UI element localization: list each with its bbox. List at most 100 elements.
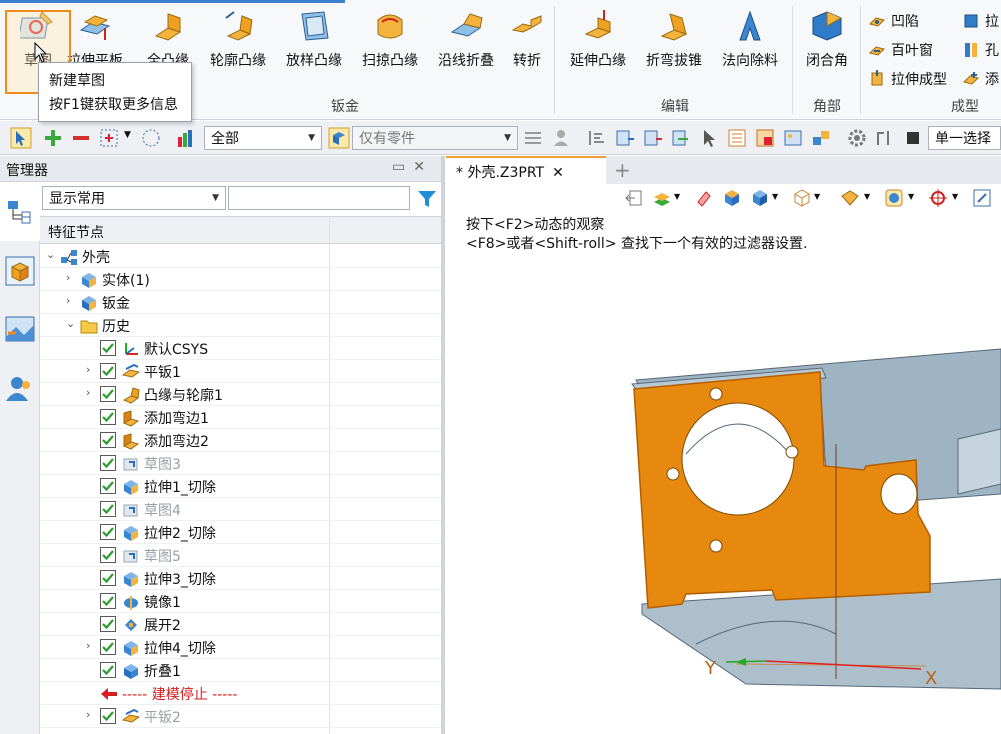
tree-node[interactable]: 折叠1 [40, 659, 441, 682]
add-green-icon[interactable] [42, 127, 64, 149]
tree-view-icon[interactable] [4, 195, 36, 227]
funnel-filter-icon[interactable] [416, 188, 438, 210]
visibility-checkbox[interactable] [100, 616, 116, 632]
tree-search-input[interactable] [228, 186, 410, 210]
tree-node[interactable]: 草图3 [40, 452, 441, 475]
restore-icon[interactable]: ▭ [392, 159, 413, 175]
history-back-icon[interactable] [642, 127, 664, 149]
visibility-checkbox[interactable] [100, 386, 116, 402]
person-filter-icon[interactable] [550, 127, 572, 149]
bend-draft-button[interactable]: 折弯拔锥 [642, 6, 706, 90]
line-fold-button[interactable]: 沿线折叠 [434, 6, 498, 90]
align-icon[interactable] [586, 127, 608, 149]
document-tab[interactable]: * 外壳.Z3PRT ✕ [446, 156, 606, 184]
box-select-icon[interactable] [98, 127, 120, 149]
pointer-icon[interactable] [698, 127, 720, 149]
tree-node[interactable]: 草图4 [40, 498, 441, 521]
visibility-checkbox[interactable] [100, 639, 116, 655]
tree-node[interactable]: 镜像1 [40, 590, 441, 613]
visibility-checkbox[interactable] [100, 432, 116, 448]
chevron-right-icon[interactable]: › [66, 271, 78, 284]
panel-splitter[interactable] [441, 156, 445, 734]
gear-icon[interactable] [846, 127, 868, 149]
chevron-right-icon[interactable]: › [86, 386, 98, 399]
louver-button[interactable]: 百叶窗 [868, 39, 933, 61]
sweep-flange-button[interactable]: 扫掠凸缘 [358, 6, 422, 90]
tree-node[interactable]: › 钣金 [40, 291, 441, 314]
3d-viewport[interactable]: ▼ ▼ ▼ ▼ ▼ ▼ 按下<F2>动态的观察 <F8>或者<Shift-rol… [446, 184, 1001, 734]
tree-node[interactable]: ⌄ 历史 [40, 314, 441, 337]
chevron-right-icon[interactable]: › [86, 639, 98, 652]
tree-node[interactable]: 拉伸1_切除 [40, 475, 441, 498]
visibility-checkbox[interactable] [100, 662, 116, 678]
chevron-down-icon: ▼ [212, 193, 219, 203]
chevron-right-icon[interactable]: › [66, 294, 78, 307]
visibility-checkbox[interactable] [100, 409, 116, 425]
box-select-dropdown-icon[interactable]: ▼ [124, 130, 131, 140]
chevron-right-icon[interactable]: › [86, 708, 98, 721]
stop-icon[interactable] [902, 127, 924, 149]
visibility-checkbox[interactable] [100, 501, 116, 517]
tree-node[interactable]: › 平钣1 [40, 360, 441, 383]
tree-node[interactable]: 展开2 [40, 613, 441, 636]
report-icon[interactable] [754, 127, 776, 149]
contour-flange-button[interactable]: 轮廓凸缘 [206, 6, 270, 90]
tree-node[interactable]: ⌄ 外壳 [40, 245, 441, 268]
stretch-button[interactable]: 拉 [962, 10, 999, 32]
filter-all-select[interactable]: 全部 ▼ [204, 126, 322, 150]
selection-mode-select[interactable]: 单一选择 [928, 126, 1001, 150]
display-filter-select[interactable]: 显示常用 ▼ [42, 186, 226, 210]
hole-button[interactable]: 孔 [962, 39, 999, 61]
closed-corner-button[interactable]: 闭合角 [800, 6, 854, 90]
extrude-form-button[interactable]: 拉伸成型 [868, 68, 947, 90]
tree-node[interactable]: 添加弯边1 [40, 406, 441, 429]
tree-node[interactable]: 添加弯边2 [40, 429, 441, 452]
parts-only-select[interactable]: 仅有零件 ▼ [352, 126, 518, 150]
image-icon[interactable] [782, 127, 804, 149]
extend-flange-button[interactable]: 延伸凸缘 [566, 6, 630, 90]
scene-view-icon[interactable] [4, 313, 36, 345]
jog-button[interactable]: 转折 [506, 6, 548, 90]
select-cursor-icon[interactable] [10, 127, 32, 149]
tree-node[interactable]: 默认CSYS [40, 337, 441, 360]
visibility-checkbox[interactable] [100, 570, 116, 586]
history-forward-icon[interactable] [670, 127, 692, 149]
visibility-checkbox[interactable] [100, 547, 116, 563]
tree-node[interactable]: › 拉伸4_切除 [40, 636, 441, 659]
tree-node[interactable]: › 凸缘与轮廓1 [40, 383, 441, 406]
part-filter-icon[interactable] [328, 127, 350, 149]
list-icon[interactable] [726, 127, 748, 149]
normal-cut-button[interactable]: 法向除料 [718, 6, 782, 90]
dimple-button[interactable]: 凹陷 [868, 10, 919, 32]
chevron-down-icon[interactable]: ⌄ [66, 317, 78, 330]
tree-node[interactable]: 拉伸2_切除 [40, 521, 441, 544]
snap-icon[interactable] [872, 127, 894, 149]
add-button[interactable]: 添 [962, 68, 999, 90]
tree-node[interactable]: ----- 建模停止 ----- [40, 682, 441, 705]
visibility-checkbox[interactable] [100, 340, 116, 356]
lofted-flange-button[interactable]: 放样凸缘 [282, 6, 346, 90]
tree-node[interactable]: › 实体(1) [40, 268, 441, 291]
users-view-icon[interactable] [4, 373, 36, 405]
chevron-right-icon[interactable]: › [86, 363, 98, 376]
parts-icon[interactable] [810, 127, 832, 149]
filter-settings-icon[interactable] [522, 127, 544, 149]
visibility-checkbox[interactable] [100, 524, 116, 540]
new-tab-icon[interactable]: + [614, 158, 631, 182]
color-filter-icon[interactable] [176, 127, 198, 149]
visibility-checkbox[interactable] [100, 593, 116, 609]
tree-node[interactable]: 草图5 [40, 544, 441, 567]
visibility-checkbox[interactable] [100, 363, 116, 379]
remove-red-icon[interactable] [70, 127, 92, 149]
visibility-checkbox[interactable] [100, 708, 116, 724]
part-view-icon[interactable] [4, 255, 36, 287]
lasso-select-icon[interactable] [140, 127, 162, 149]
tree-node[interactable]: › 平钣2 [40, 705, 441, 728]
close-icon[interactable]: ✕ [413, 159, 433, 175]
visibility-checkbox[interactable] [100, 455, 116, 471]
chevron-down-icon[interactable]: ⌄ [46, 248, 58, 261]
visibility-checkbox[interactable] [100, 478, 116, 494]
close-tab-icon[interactable]: ✕ [552, 165, 564, 181]
tree-node[interactable]: 拉伸3_切除 [40, 567, 441, 590]
history-icon[interactable] [614, 127, 636, 149]
